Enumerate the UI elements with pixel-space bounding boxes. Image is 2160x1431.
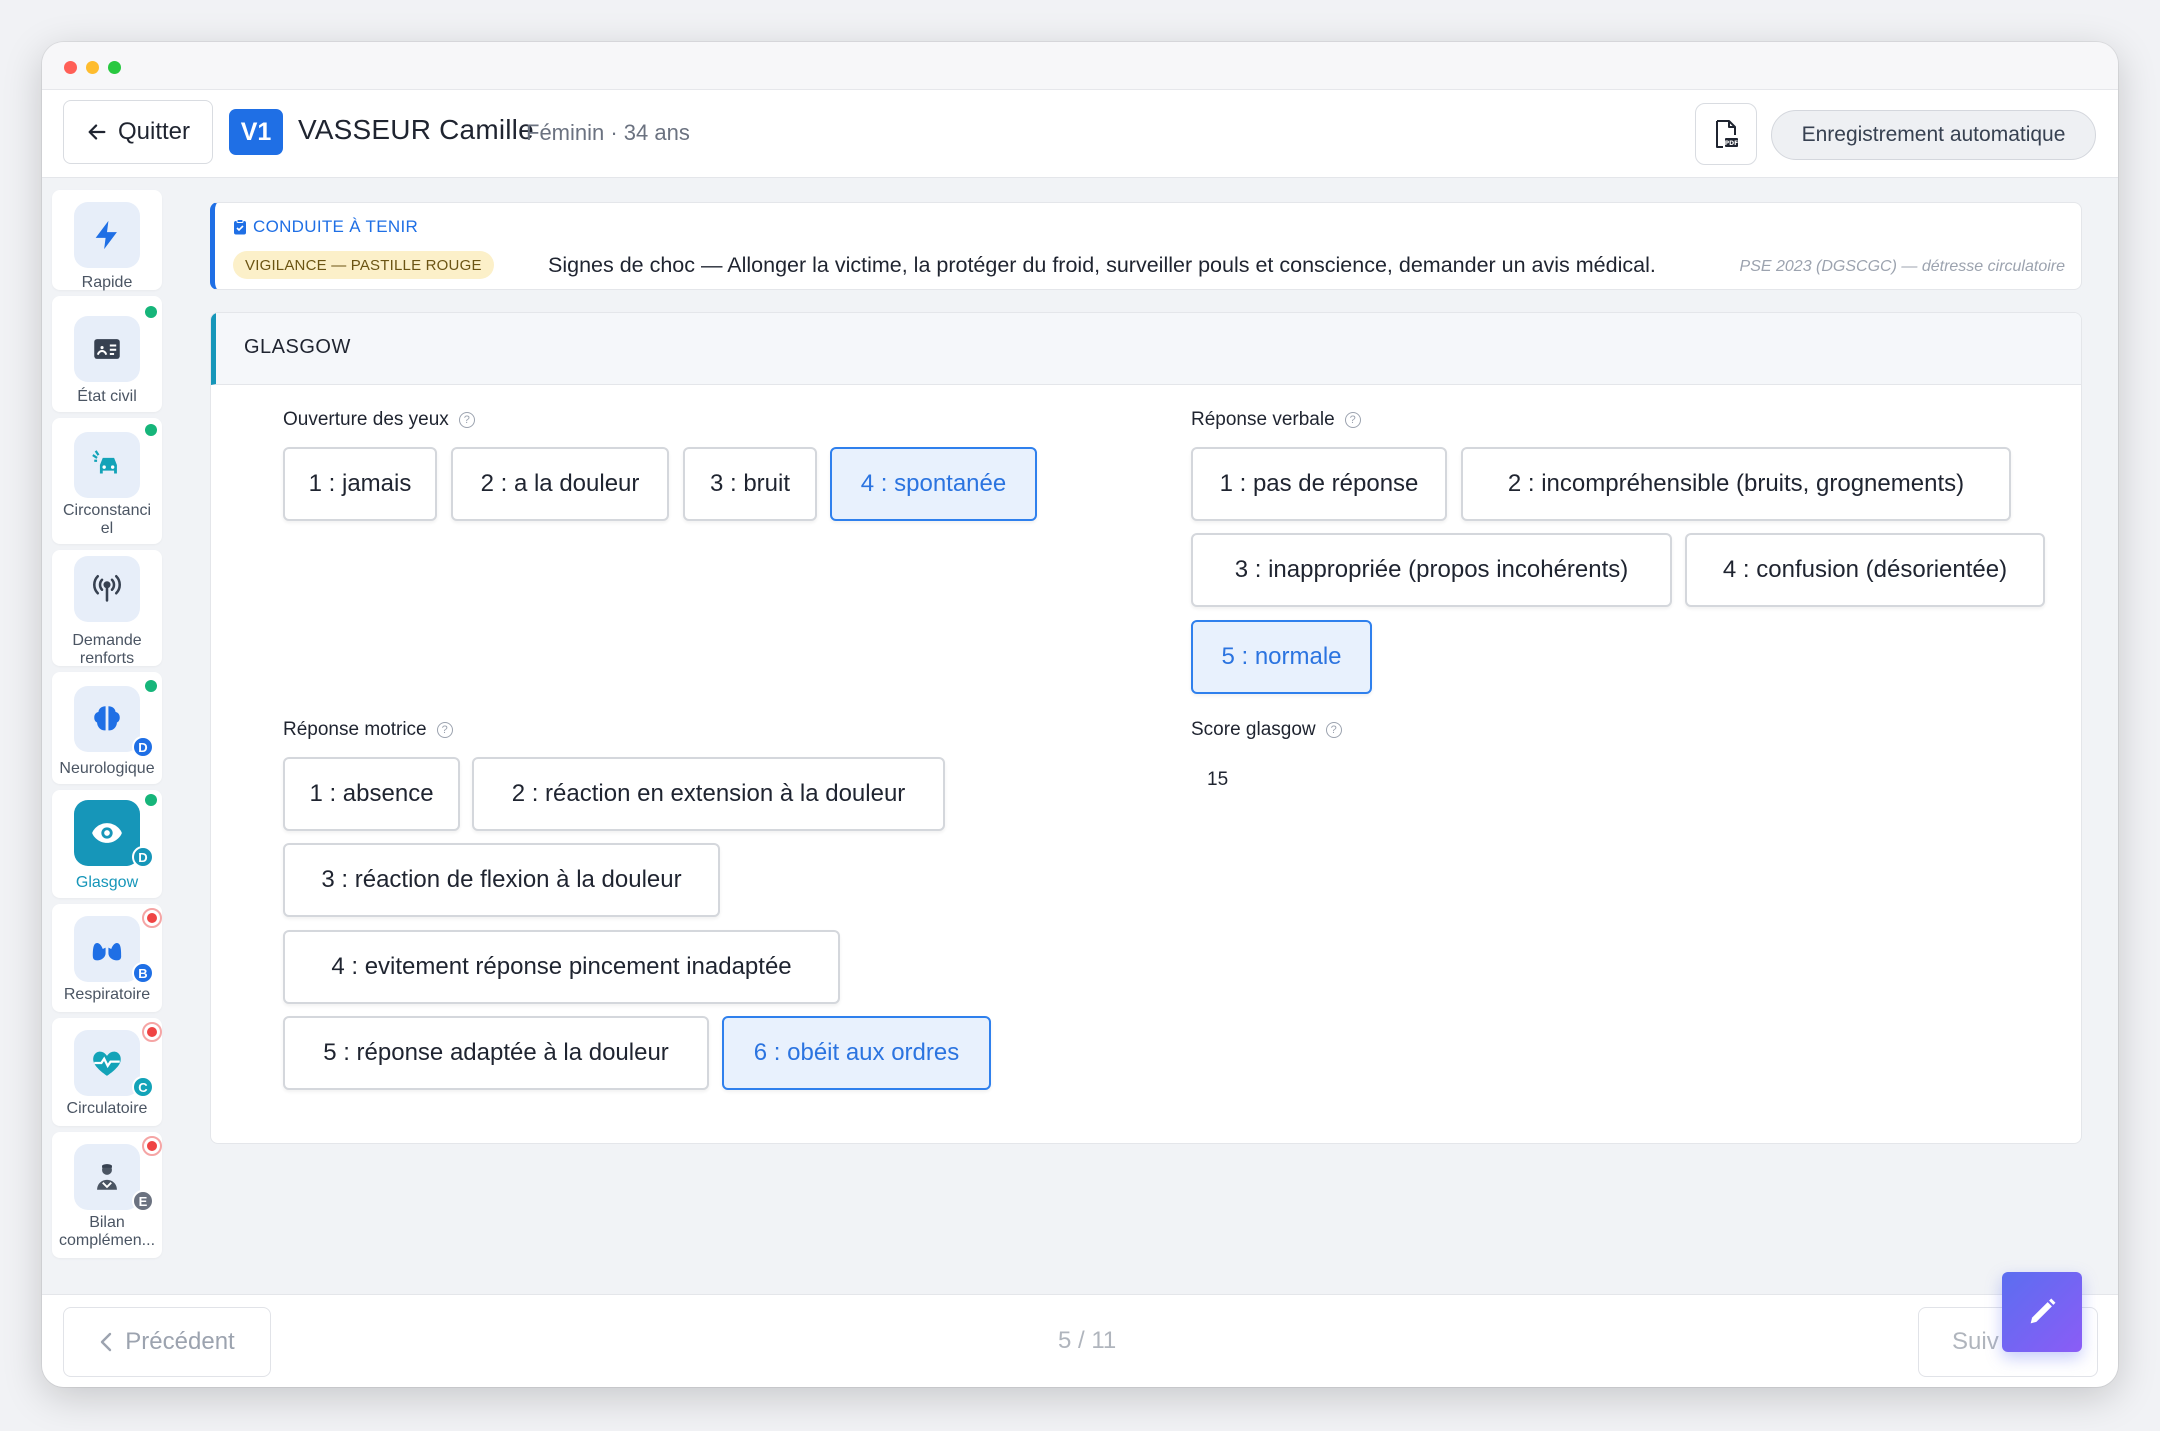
pdf-icon: PDF bbox=[1716, 120, 1738, 148]
motor-option-3[interactable]: 3 : réaction de flexion à la douleur bbox=[283, 843, 720, 917]
motor-option-4[interactable]: 4 : evitement réponse pincement inadapté… bbox=[283, 930, 840, 1004]
sidebar-item-neurologique[interactable]: D Neurologique bbox=[52, 672, 162, 784]
verbal-option-5[interactable]: 5 : normale bbox=[1191, 620, 1372, 694]
status-ok-dot bbox=[145, 680, 157, 692]
motor-field-label: Réponse motrice? bbox=[283, 719, 453, 741]
eyes-field-label: Ouverture des yeux? bbox=[283, 409, 475, 431]
eye-icon bbox=[74, 800, 140, 866]
eyes-option-1[interactable]: 1 : jamais bbox=[283, 447, 437, 521]
motor-option-2[interactable]: 2 : réaction en extension à la douleur bbox=[472, 757, 945, 831]
abcde-badge: E bbox=[132, 1190, 154, 1212]
close-window-button[interactable] bbox=[64, 61, 77, 74]
abcde-badge: D bbox=[132, 846, 154, 868]
sidebar-item-label: Demande renforts bbox=[72, 632, 142, 667]
help-icon[interactable]: ? bbox=[436, 722, 453, 738]
brain-icon bbox=[74, 686, 140, 752]
edit-fab-button[interactable] bbox=[2002, 1272, 2082, 1352]
status-ok-dot bbox=[145, 794, 157, 806]
glasgow-title: GLASGOW bbox=[244, 336, 351, 358]
conduct-title: CONDUITE À TENIR bbox=[233, 217, 418, 237]
status-ok-dot bbox=[145, 306, 157, 318]
sidebar-item-bilan-complementaire[interactable]: E Bilan complémen... bbox=[52, 1132, 162, 1258]
sidebar-item-rapide[interactable]: Rapide bbox=[52, 190, 162, 291]
sidebar-item-label: Neurologique bbox=[59, 760, 155, 777]
eyes-option-3[interactable]: 3 : bruit bbox=[683, 447, 817, 521]
motor-option-5[interactable]: 5 : réponse adaptée à la douleur bbox=[283, 1016, 709, 1090]
sidebar-item-etat-civil[interactable]: État civil bbox=[52, 296, 162, 412]
window-titlebar bbox=[42, 42, 2118, 90]
clipboard-icon bbox=[234, 219, 246, 235]
conduct-card: CONDUITE À TENIR VIGILANCE — PASTILLE RO… bbox=[210, 202, 2082, 290]
help-icon[interactable]: ? bbox=[458, 412, 475, 428]
status-ok-dot bbox=[145, 424, 157, 436]
glasgow-header: GLASGOW bbox=[211, 313, 2081, 385]
score-field-label: Score glasgow? bbox=[1191, 719, 1342, 741]
sidebar-item-label: Glasgow bbox=[75, 874, 139, 891]
quit-button[interactable]: Quitter bbox=[63, 100, 213, 164]
verbal-option-3[interactable]: 3 : inappropriée (propos incohérents) bbox=[1191, 533, 1672, 607]
chevron-left-icon bbox=[101, 1332, 112, 1352]
abcde-badge: B bbox=[132, 962, 154, 984]
sidebar-item-label: Bilan complémen... bbox=[58, 1214, 156, 1249]
sidebar-item-demande-renforts[interactable]: Demande renforts bbox=[52, 550, 162, 667]
previous-button[interactable]: Précédent bbox=[63, 1307, 271, 1377]
autosave-button[interactable]: Enregistrement automatique bbox=[1771, 110, 2096, 160]
sidebar-item-label: Rapide bbox=[81, 274, 133, 291]
maximize-window-button[interactable] bbox=[108, 61, 121, 74]
motor-option-1[interactable]: 1 : absence bbox=[283, 757, 460, 831]
victim-info: Féminin · 34 ans bbox=[526, 120, 690, 145]
medic-icon bbox=[74, 1144, 140, 1210]
pencil-icon bbox=[2030, 1298, 2056, 1324]
arrow-left-icon bbox=[88, 124, 106, 140]
quit-label: Quitter bbox=[117, 118, 191, 145]
footer-nav: Précédent 5 / 11 Suiv bbox=[42, 1294, 2118, 1387]
lightning-icon bbox=[74, 202, 140, 268]
app-window: Quitter V1 VASSEUR Camille Féminin · 34 … bbox=[42, 42, 2118, 1387]
victim-badge: V1 bbox=[229, 109, 283, 155]
status-alert-indicator bbox=[142, 1136, 162, 1156]
verbal-option-1[interactable]: 1 : pas de réponse bbox=[1191, 447, 1447, 521]
sidebar-item-label: Circonstanci el bbox=[62, 502, 152, 537]
svg-text:PDF: PDF bbox=[1725, 140, 1738, 147]
status-alert-indicator bbox=[142, 1022, 162, 1042]
eyes-option-2[interactable]: 2 : a la douleur bbox=[451, 447, 669, 521]
abcde-badge: C bbox=[132, 1076, 154, 1098]
sidebar-item-glasgow[interactable]: D Glasgow bbox=[52, 790, 162, 898]
glasgow-score-value: 15 bbox=[1207, 769, 1229, 790]
pdf-export-button[interactable]: PDF bbox=[1695, 103, 1757, 165]
sidebar-item-label: Circulatoire bbox=[66, 1100, 148, 1117]
header-bar: Quitter V1 VASSEUR Camille Féminin · 34 … bbox=[42, 90, 2118, 178]
minimize-window-button[interactable] bbox=[86, 61, 99, 74]
page-indicator: 5 / 11 bbox=[1058, 1327, 1117, 1354]
lungs-icon bbox=[74, 916, 140, 982]
motor-option-6[interactable]: 6 : obéit aux ordres bbox=[722, 1016, 991, 1090]
antenna-icon bbox=[74, 556, 140, 622]
help-icon[interactable]: ? bbox=[1344, 412, 1361, 428]
sidebar-item-label: État civil bbox=[77, 388, 137, 405]
sidebar-item-circonstanciel[interactable]: Circonstanci el bbox=[52, 418, 162, 544]
help-icon[interactable]: ? bbox=[1325, 722, 1342, 738]
sidebar: Rapide État civil Circonstanci el Demande… bbox=[42, 178, 170, 1288]
verbal-field-label: Réponse verbale? bbox=[1191, 409, 1361, 431]
abcde-badge: D bbox=[132, 736, 154, 758]
heart-pulse-icon bbox=[74, 1030, 140, 1096]
verbal-option-4[interactable]: 4 : confusion (désorientée) bbox=[1685, 533, 2045, 607]
vigilance-badge: VIGILANCE — PASTILLE ROUGE bbox=[233, 251, 494, 279]
status-alert-indicator bbox=[142, 908, 162, 928]
sidebar-item-circulatoire[interactable]: C Circulatoire bbox=[52, 1018, 162, 1126]
verbal-option-2[interactable]: 2 : incompréhensible (bruits, grognement… bbox=[1461, 447, 2011, 521]
victim-name: VASSEUR Camille bbox=[298, 114, 534, 145]
sidebar-item-respiratoire[interactable]: B Respiratoire bbox=[52, 904, 162, 1012]
eyes-option-4[interactable]: 4 : spontanée bbox=[830, 447, 1037, 521]
sidebar-item-label: Respiratoire bbox=[63, 986, 151, 1003]
glasgow-card: GLASGOW Ouverture des yeux? 1 : jamais 2… bbox=[210, 312, 2082, 1144]
conduct-reference: PSE 2023 (DGSCGC) — détresse circulatoir… bbox=[1739, 258, 2065, 275]
conduct-text: Signes de choc — Allonger la victime, la… bbox=[548, 253, 1656, 277]
car-crash-icon bbox=[74, 432, 140, 498]
id-card-icon bbox=[74, 316, 140, 382]
